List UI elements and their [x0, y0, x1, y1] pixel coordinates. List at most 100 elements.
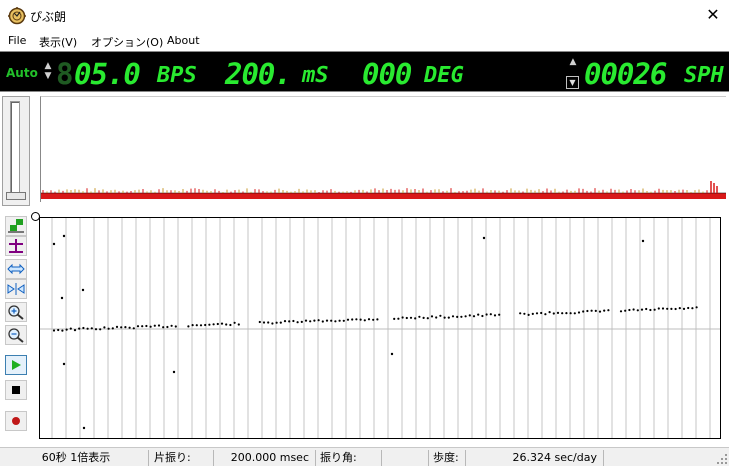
plot-point [73, 329, 77, 332]
waveform-view [40, 96, 726, 202]
resize-grip-icon[interactable] [717, 454, 727, 464]
crosshair-icon [9, 239, 23, 253]
gain-slider-thumb[interactable] [6, 192, 26, 200]
plot-point [94, 328, 98, 331]
menu-options[interactable]: オプション(O) [91, 34, 163, 50]
plot-point [657, 307, 660, 310]
plot-point [258, 320, 261, 324]
plot-point [447, 316, 450, 319]
timing-scatter-plot[interactable] [39, 217, 721, 439]
lcd-display: Auto ▲ ▼ 8 05.0 BPS 200. mS 000 DEG ▲ ▼ 0… [0, 51, 729, 92]
zoom-out-icon [8, 328, 24, 343]
stop-button[interactable] [5, 380, 27, 400]
plot-point [225, 323, 228, 326]
close-button[interactable]: ✕ [697, 0, 729, 31]
status-angle-label: 振り角: [318, 450, 382, 466]
status-bar: 60秒 1倍表示 片振り: 200.000 msec 振り角: 歩度: 26.3… [0, 447, 729, 466]
plot-point [590, 309, 593, 312]
plot-point [288, 320, 291, 323]
plot-point [330, 319, 333, 322]
plot-point [439, 314, 442, 317]
plot-point [393, 317, 396, 320]
plot-point [556, 311, 560, 314]
application-window: ぴぶ朗 ✕ File 表示(V) オプション(O) About Auto ▲ ▼ … [0, 0, 729, 466]
plot-point [120, 326, 123, 329]
plot-point [653, 308, 656, 311]
plot-point [149, 325, 152, 328]
plot-point [367, 318, 371, 321]
plot-point [401, 316, 404, 319]
sph-value: 00026 [584, 57, 667, 91]
waveform-band [41, 193, 726, 199]
plot-point [136, 325, 140, 328]
zoom-out-button[interactable] [5, 325, 27, 345]
plot-outlier [82, 426, 86, 430]
bps-stepper-icon[interactable]: ▲ ▼ [43, 61, 53, 85]
plot-outlier [62, 362, 66, 366]
plot-point [166, 325, 169, 329]
plot-point [296, 321, 299, 324]
sph-dropdown-icon[interactable]: ▼ [566, 76, 579, 89]
expand-horizontal-button[interactable] [5, 259, 27, 279]
plot-point [523, 312, 526, 315]
plot-point [493, 314, 497, 317]
menu-about[interactable]: About [167, 34, 200, 47]
plot-point [586, 309, 589, 313]
auto-mode-label[interactable]: Auto [6, 66, 38, 80]
plot-point [582, 310, 585, 313]
plot-point [372, 318, 375, 321]
plot-outlier [482, 236, 486, 240]
sph-up-icon[interactable]: ▲ [568, 57, 578, 69]
play-icon [12, 360, 21, 370]
plot-point [569, 312, 572, 315]
play-button[interactable] [5, 355, 27, 375]
plot-point [535, 312, 539, 315]
plot-point [666, 307, 669, 310]
plot-point [52, 329, 56, 332]
plot-point [598, 310, 602, 313]
plot-point [552, 312, 555, 315]
plot-point [426, 317, 429, 320]
plot-point [682, 307, 686, 310]
gain-slider-track [10, 101, 20, 199]
record-icon [12, 417, 20, 425]
plot-point [376, 318, 379, 321]
plot-point [649, 308, 652, 312]
plot-point [451, 315, 455, 318]
plot-point [90, 327, 93, 330]
plot-point [678, 307, 681, 310]
crosshair-button[interactable] [5, 236, 27, 256]
plot-point [603, 309, 606, 312]
plot-point [233, 321, 236, 324]
snap-button[interactable] [5, 216, 27, 236]
window-title: ぴぶ朗 [30, 10, 67, 24]
plot-point [216, 322, 219, 326]
menu-view[interactable]: 表示(V) [39, 34, 77, 50]
plot-point [86, 327, 89, 330]
plot-point [61, 329, 64, 332]
plot-point [435, 316, 438, 319]
menu-file[interactable]: File [8, 34, 26, 47]
plot-point [153, 324, 156, 327]
bps-unit: BPS [157, 63, 197, 88]
plot-outlier [81, 288, 85, 292]
plot-point [645, 307, 648, 311]
plot-point [317, 319, 320, 322]
plot-point [334, 320, 337, 323]
plot-point [99, 328, 102, 331]
zoom-in-button[interactable] [5, 302, 27, 322]
record-button[interactable] [5, 411, 27, 431]
plot-point [57, 328, 60, 332]
plot-point [695, 306, 698, 309]
plot-outlier [641, 239, 645, 243]
plot-point [124, 326, 127, 329]
shrink-horizontal-button[interactable] [5, 279, 27, 299]
plot-point [304, 319, 308, 322]
plot-point [577, 311, 581, 314]
plot-point [422, 316, 425, 319]
plot-point [405, 316, 408, 320]
plot-point [145, 324, 148, 328]
gain-slider[interactable] [2, 96, 30, 206]
plot-point [460, 315, 463, 318]
plot-point [607, 309, 610, 312]
